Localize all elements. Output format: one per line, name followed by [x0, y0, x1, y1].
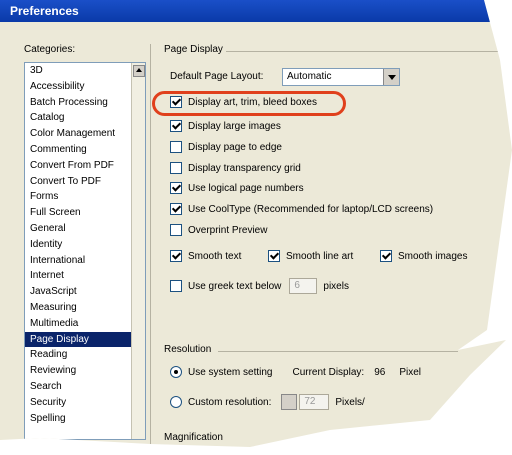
- greek-pixels-value: 6: [294, 280, 300, 291]
- option-label: Display transparency grid: [188, 162, 301, 174]
- group-divider: [226, 51, 512, 52]
- category-item[interactable]: Spelling: [25, 411, 131, 427]
- greek-pixels-input[interactable]: 6: [289, 278, 318, 294]
- option-display-transparency-grid[interactable]: Display transparency grid: [170, 162, 301, 174]
- radio-button[interactable]: [170, 366, 182, 378]
- categories-items: 3D Accessibility Batch Processing Catalog Co…: [25, 63, 131, 426]
- option-label: Display large images: [188, 120, 281, 132]
- category-item[interactable]: Full Screen: [25, 205, 131, 221]
- option-smooth-text[interactable]: Smooth text: [170, 250, 241, 262]
- categories-list[interactable]: 3D Accessibility Batch Processing Catalog Co…: [24, 62, 146, 440]
- category-item[interactable]: Reading: [25, 347, 131, 363]
- category-item[interactable]: Commenting: [25, 142, 131, 158]
- resolution-group-label: Resolution: [164, 344, 212, 355]
- custom-resolution-unit: Pixels/: [335, 396, 365, 408]
- red-highlight-annotation: [152, 91, 346, 116]
- checkbox[interactable]: [170, 162, 182, 174]
- category-item[interactable]: Page Display: [25, 331, 131, 348]
- option-overprint-preview[interactable]: Overprint Preview: [170, 224, 267, 236]
- custom-resolution-input[interactable]: 72: [299, 394, 330, 410]
- window-title: Preferences: [10, 4, 79, 18]
- option-label: Custom resolution:: [188, 396, 272, 408]
- option-label: Display page to edge: [188, 141, 282, 153]
- checkbox[interactable]: [170, 224, 182, 236]
- scroll-up-icon[interactable]: [133, 65, 145, 77]
- option-display-large-images[interactable]: Display large images: [170, 120, 281, 132]
- magnification-group-label: Magnification: [164, 432, 223, 443]
- category-item[interactable]: Security: [25, 395, 131, 411]
- category-item[interactable]: Multimedia: [25, 316, 131, 332]
- category-item[interactable]: JavaScript: [25, 284, 131, 300]
- checkbox[interactable]: [170, 182, 182, 194]
- page-display-group-label: Page Display: [164, 44, 223, 55]
- stepper-icon[interactable]: [281, 394, 298, 410]
- categories-label: Categories:: [24, 44, 76, 55]
- checkbox[interactable]: [170, 203, 182, 215]
- option-smooth-images[interactable]: Smooth images: [380, 250, 467, 262]
- checkbox[interactable]: [170, 280, 182, 292]
- option-label: Smooth images: [398, 250, 468, 262]
- category-item[interactable]: Search: [25, 379, 131, 395]
- custom-resolution-value: 72: [304, 396, 316, 407]
- title-bar: Preferences: [0, 0, 512, 22]
- category-item[interactable]: Measuring: [25, 300, 131, 316]
- category-item[interactable]: Accessibility: [25, 79, 131, 95]
- option-label: Overprint Preview: [188, 224, 268, 236]
- category-item[interactable]: Batch Processing: [25, 95, 131, 111]
- category-item[interactable]: International: [25, 253, 131, 269]
- checkbox[interactable]: [170, 141, 182, 153]
- greek-pixels-unit: pixels: [323, 280, 349, 292]
- category-item[interactable]: Convert To PDF: [25, 174, 131, 190]
- category-item[interactable]: Forms: [25, 189, 131, 205]
- dropdown-arrow-icon[interactable]: [383, 69, 399, 85]
- resolution-system-setting[interactable]: Use system setting Current Display: 96 P…: [170, 366, 421, 378]
- default-layout-label: Default Page Layout:: [170, 71, 264, 82]
- option-label: Use CoolType (Recommended for laptop/LCD…: [188, 203, 434, 215]
- option-label: Use system setting: [188, 366, 273, 378]
- option-smooth-line-art[interactable]: Smooth line art: [268, 250, 353, 262]
- option-label: Smooth text: [188, 250, 242, 262]
- group-divider: [218, 351, 458, 352]
- option-logical-page-numbers[interactable]: Use logical page numbers: [170, 182, 304, 194]
- checkbox[interactable]: [380, 250, 392, 262]
- option-display-page-to-edge[interactable]: Display page to edge: [170, 141, 282, 153]
- current-display-label: Current Display:: [292, 366, 365, 378]
- option-label: Use logical page numbers: [188, 182, 304, 194]
- checkbox[interactable]: [268, 250, 280, 262]
- category-item[interactable]: Convert From PDF: [25, 158, 131, 174]
- category-item[interactable]: General: [25, 221, 131, 237]
- option-cooltype[interactable]: Use CoolType (Recommended for laptop/LCD…: [170, 203, 433, 215]
- preferences-dialog: Preferences Categories: 3D Accessibility B…: [0, 0, 512, 447]
- resolution-custom[interactable]: Custom resolution: 72 Pixels/: [170, 394, 365, 410]
- checkbox[interactable]: [170, 250, 182, 262]
- current-display-unit: Pixel: [399, 366, 421, 378]
- category-item[interactable]: Color Management: [25, 126, 131, 142]
- default-layout-value: Automatic: [287, 71, 332, 82]
- radio-button[interactable]: [170, 396, 182, 408]
- category-item[interactable]: Identity: [25, 237, 131, 253]
- category-item[interactable]: Reviewing: [25, 363, 131, 379]
- categories-scrollbar[interactable]: [131, 63, 145, 439]
- checkbox[interactable]: [170, 120, 182, 132]
- current-display-value: 96: [374, 366, 386, 378]
- option-greek-text[interactable]: Use greek text below 6 pixels: [170, 278, 349, 294]
- category-item[interactable]: Catalog: [25, 110, 131, 126]
- category-item[interactable]: 3D: [25, 63, 131, 79]
- default-layout-select[interactable]: Automatic: [282, 68, 400, 86]
- option-label: Use greek text below: [188, 280, 282, 292]
- category-item[interactable]: Internet: [25, 268, 131, 284]
- option-label: Smooth line art: [286, 250, 354, 262]
